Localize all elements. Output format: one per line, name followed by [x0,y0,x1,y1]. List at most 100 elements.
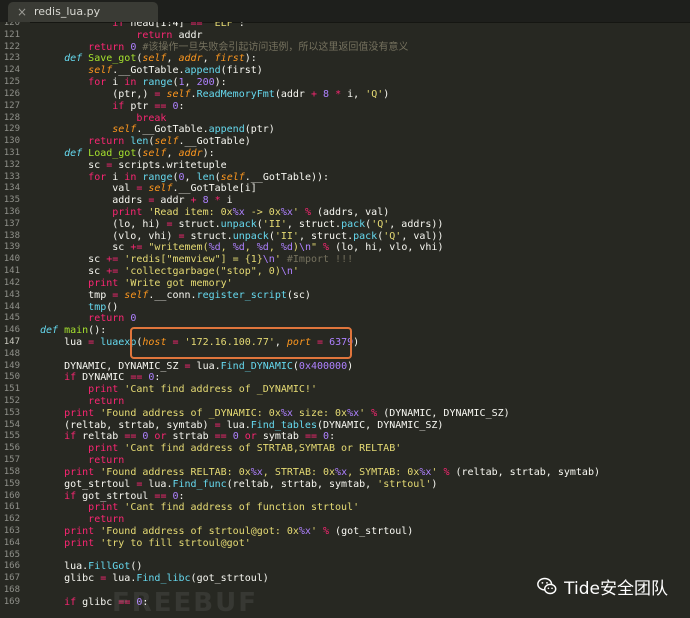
line-code: print 'Read item: 0x%x -> 0x%x' % (addrs… [40,207,389,219]
code-token: 8 [196,195,215,207]
code-token: == [154,100,167,112]
code-token: or [244,431,257,443]
code-token: 'Read item: 0x [142,207,233,218]
code-token: len [196,171,215,183]
code-token: if [112,100,125,112]
code-token: print [88,502,119,514]
line-number: 161 [3,502,20,513]
code-token: (reltab, strtab, symtab) [40,419,215,431]
code-token: \n [262,254,275,266]
code-token: main [58,325,89,337]
code-token: self [112,124,137,136]
line-number: 131 [3,147,20,158]
line-number: 157 [3,455,20,466]
line-number: 138 [3,230,20,241]
tab-redis-lua[interactable]: × redis_lua.py [8,2,158,22]
code-token: symtab [256,431,305,443]
line-number: 168 [3,585,20,595]
line-number: 130 [3,136,20,147]
code-token: scripts.writetuple [112,159,227,171]
line-number: 143 [3,289,20,300]
code-token: % [316,525,330,537]
code-token: ): [202,147,215,159]
code-token: self [142,53,167,65]
code-token: self [142,147,167,159]
code-token: lua. [40,561,89,573]
code-token: %x [347,407,360,419]
code-token: , struct. [286,218,342,230]
code-token: (sc) [286,289,311,301]
line-code: def Load_got(self, addr): [40,148,215,160]
code-token: lua. [106,573,137,585]
line-number: 126 [3,88,20,99]
code-token: , STRTAB: 0x [262,466,336,478]
line-number: 153 [3,407,20,418]
code-token: range [136,171,173,183]
code-editor[interactable]: 120 if head[1:4] == 'ELF': 121 return add… [0,22,690,618]
line-number: 155 [3,431,20,442]
watermark-text: Tide安全团队 [564,578,668,599]
code-token: %d [280,242,293,254]
code-token: ) [383,88,390,100]
code-token: self [142,183,173,195]
code-token: for [88,171,107,183]
code-token: == [130,372,143,384]
code-token: , SYMTAB: 0x [347,466,420,478]
line-number: 127 [3,100,20,111]
line-number: 122 [3,41,20,52]
close-icon[interactable]: × [17,2,27,22]
line-code: lua.FillGot() [40,561,142,573]
code-token: () [106,301,119,313]
code-token: pack [341,218,366,230]
code-token: sc [40,159,107,171]
code-token: 'Q' [383,230,402,242]
code-token: , [166,147,179,159]
code-token: (reltab, strtab, symtab) [449,466,600,478]
line-code: if DYNAMIC == 0: [40,372,160,384]
line-code: DYNAMIC, DYNAMIC_SZ = lua.Find_DYNAMIC(0… [40,361,353,373]
code-token: 'Q' [371,218,390,230]
tab-bar: × redis_lua.py [0,0,690,23]
code-token: += [106,254,119,266]
code-token: i [220,195,233,207]
code-token: 8 [317,88,336,100]
code-token: pack [353,230,378,242]
line-code: return [40,455,124,467]
line-code: print 'Found address RELTAB: 0x%x, STRTA… [40,467,600,479]
line-number: 149 [3,360,20,371]
code-token: ) [431,478,438,490]
code-token: addr [178,147,203,159]
code-token: ) [353,336,360,348]
code-token: %d [208,242,221,254]
code-token: 'Found address of strtoul@got: 0x [94,525,299,537]
code-token: return [136,29,173,41]
line-code: tmp = self.__conn.register_script(sc) [40,290,311,302]
code-token: return [88,455,125,467]
code-token: sc [40,242,131,254]
code-token: print [64,407,95,419]
code-token: (): [88,325,107,337]
code-token: unpack [232,230,269,242]
line-code: for i in range(0, len(self.__GotTable)): [40,172,329,184]
line-number: 147 [3,336,20,347]
code-token: \n [298,242,311,254]
code-token: == [190,22,203,29]
code-token: (addr [274,88,311,100]
code-token: lua. [190,360,221,372]
code-token: 'try to fill strtoul@got' [94,537,251,549]
code-token: (lo, hi) [40,218,167,230]
code-token: 0 [166,100,179,112]
line-code: print 'Cant find address of _DYNAMIC!' [40,384,317,396]
code-token: % [365,407,378,419]
line-number: 123 [3,53,20,64]
line-number: 164 [3,537,20,548]
